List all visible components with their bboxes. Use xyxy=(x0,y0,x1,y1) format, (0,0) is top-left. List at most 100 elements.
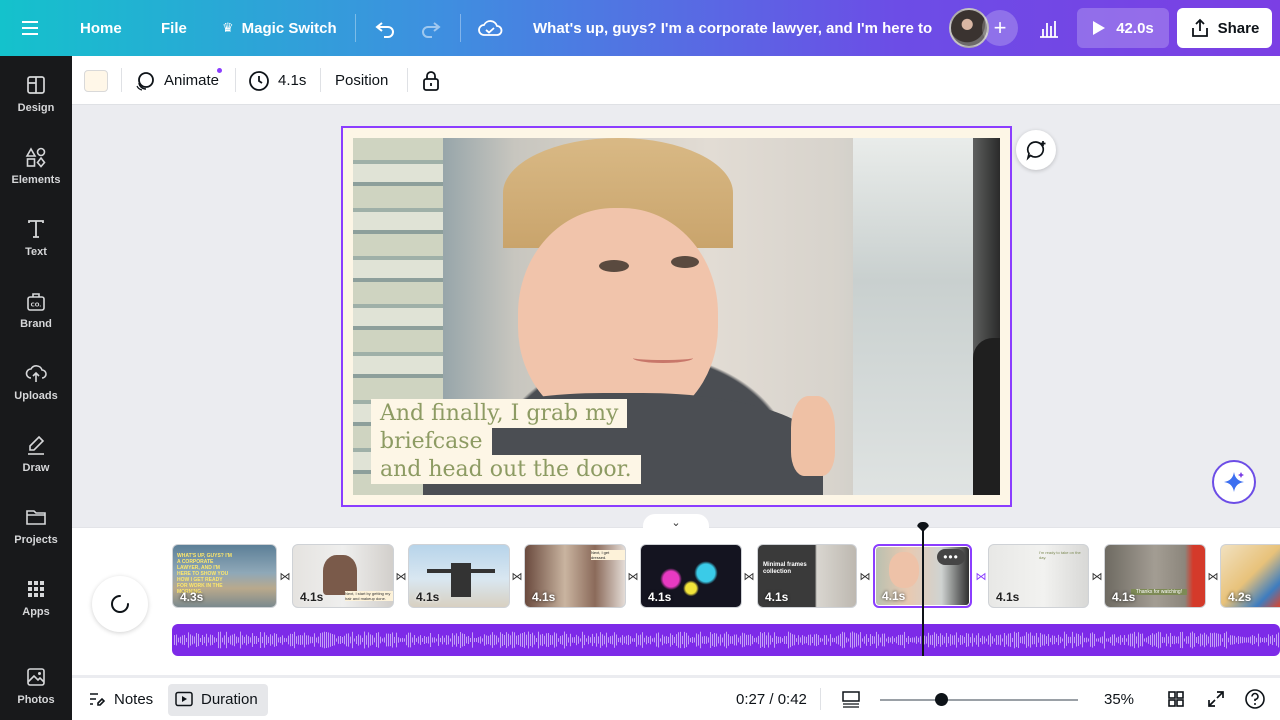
smile xyxy=(633,353,693,363)
clip-duration: 4.1s xyxy=(416,590,440,604)
timeline-clip[interactable]: Thanks for watching! 4.1s xyxy=(1104,544,1206,608)
fullscreen-button[interactable] xyxy=(1206,678,1226,720)
clip-thumb-text: Next, I get dressed. xyxy=(591,550,625,560)
divider xyxy=(820,678,821,720)
caption-line-2: and head out the door. xyxy=(371,455,641,484)
transition-icon[interactable]: ⋈ xyxy=(858,569,872,583)
sidebar-item-label: Uploads xyxy=(14,390,58,402)
thumbs-up-hand xyxy=(791,396,835,476)
home-button[interactable]: Home xyxy=(80,0,122,56)
timeline-clip[interactable]: 4.1s xyxy=(408,544,510,608)
audio-waveform xyxy=(174,631,1279,649)
chevron-down-icon: ⌄ xyxy=(671,516,681,529)
svg-text:CO.: CO. xyxy=(31,303,42,309)
sidebar-item-uploads[interactable]: Uploads xyxy=(0,352,72,412)
zoom-slider-track[interactable] xyxy=(880,699,1078,701)
elements-icon xyxy=(25,147,46,168)
collapse-timeline-button[interactable]: ⌄ xyxy=(643,514,709,530)
bar-chart-icon xyxy=(1040,21,1058,38)
menu-button[interactable] xyxy=(22,0,42,56)
help-button[interactable] xyxy=(1244,678,1266,720)
audio-track[interactable] xyxy=(172,624,1280,656)
divider xyxy=(355,14,356,42)
sidebar-item-label: Brand xyxy=(20,318,52,330)
animate-icon xyxy=(136,71,154,91)
sidebar-item-photos[interactable]: Photos xyxy=(0,656,72,716)
grid-icon xyxy=(1168,691,1184,707)
clip-duration: 4.1s xyxy=(532,590,556,604)
folder-icon xyxy=(26,510,46,525)
undo-button[interactable] xyxy=(373,0,397,56)
clip-thumb-person xyxy=(323,555,357,595)
transition-icon[interactable]: ⋈ xyxy=(278,569,292,583)
timeline-clip[interactable]: Next, I start by getting my hair and mak… xyxy=(292,544,394,608)
sidebar-item-label: Elements xyxy=(11,174,61,186)
transition-icon[interactable]: ⋈ xyxy=(626,569,640,583)
present-play-button[interactable]: 42.0s xyxy=(1077,8,1169,48)
sidebar-item-draw[interactable]: Draw xyxy=(0,424,72,484)
sidebar-item-apps[interactable]: Apps xyxy=(0,568,72,628)
transition-icon[interactable]: ⋈ xyxy=(974,569,988,583)
timeline-clip[interactable]: Next, I get dressed. 4.1s xyxy=(524,544,626,608)
play-duration: 42.0s xyxy=(1116,19,1154,37)
eye-right xyxy=(671,256,699,268)
sidebar-item-design[interactable]: Design xyxy=(0,64,72,124)
transition-icon[interactable]: ⋈ xyxy=(394,569,408,583)
insights-button[interactable] xyxy=(1038,0,1060,56)
caption-text[interactable]: And finally, I grab my briefcase and hea… xyxy=(371,399,695,484)
duration-toggle-button[interactable]: Duration xyxy=(175,678,258,720)
sidebar-item-projects[interactable]: Projects xyxy=(0,496,72,556)
page-view-button[interactable] xyxy=(841,678,861,720)
sidebar-item-elements[interactable]: Elements xyxy=(0,136,72,196)
clip-thumb-text: Thanks for watching! xyxy=(1131,589,1187,595)
animate-label: Animate xyxy=(164,72,220,89)
notes-icon xyxy=(90,693,106,706)
upload-icon xyxy=(25,365,47,382)
transition-icon[interactable]: ⋈ xyxy=(510,569,524,583)
magic-assistant-button[interactable] xyxy=(1212,460,1256,504)
lock-icon xyxy=(423,70,439,91)
timeline-clip[interactable]: 4.1s xyxy=(640,544,742,608)
sidebar-item-label: Apps xyxy=(22,606,50,618)
transition-icon[interactable]: ⋈ xyxy=(1206,569,1220,583)
design-icon xyxy=(27,76,45,94)
position-button[interactable]: Position xyxy=(335,56,388,105)
playback-time: 0:27 / 0:42 xyxy=(736,690,807,708)
timeline-clip[interactable]: 4.2s xyxy=(1220,544,1280,608)
save-status-button[interactable] xyxy=(477,0,503,56)
grid-view-button[interactable] xyxy=(1166,678,1186,720)
document-title[interactable]: What's up, guys? I'm a corporate lawyer,… xyxy=(533,0,933,56)
lock-button[interactable] xyxy=(420,56,442,105)
timeline-clip[interactable]: I'm ready to take on the day. 4.1s xyxy=(988,544,1089,608)
playhead[interactable] xyxy=(922,528,924,656)
duration-button[interactable]: 4.1s xyxy=(248,56,306,105)
add-comment-button[interactable] xyxy=(1016,130,1056,170)
clip-duration: 4.3s xyxy=(180,590,204,604)
timeline-clip[interactable]: Minimal frames collection 4.1s xyxy=(757,544,857,608)
invite-button[interactable]: + xyxy=(982,10,1018,46)
background-color-swatch[interactable] xyxy=(84,70,108,92)
duration-label: Duration xyxy=(201,690,258,708)
redo-button[interactable] xyxy=(419,0,443,56)
file-menu[interactable]: File xyxy=(161,0,187,56)
magic-switch-button[interactable]: ♛ Magic Switch xyxy=(222,0,337,56)
sidebar-item-text[interactable]: Text xyxy=(0,208,72,268)
spinner-icon xyxy=(111,595,129,613)
hamburger-icon xyxy=(22,21,38,35)
animate-button[interactable]: Animate xyxy=(134,56,219,105)
clock-icon xyxy=(249,70,269,91)
divider xyxy=(235,68,236,92)
transition-icon[interactable]: ⋈ xyxy=(742,569,756,583)
notes-button[interactable]: Notes xyxy=(88,678,153,720)
sidebar-item-brand[interactable]: CO. Brand xyxy=(0,280,72,340)
timeline-play-icon xyxy=(175,691,193,707)
sidebar-item-label: Design xyxy=(17,102,55,114)
text-icon xyxy=(28,220,44,238)
transition-icon[interactable]: ⋈ xyxy=(1090,569,1104,583)
clip-more-options-button[interactable]: ••• xyxy=(937,549,965,565)
sidebar-item-label: Text xyxy=(25,246,47,258)
share-label: Share xyxy=(1217,19,1260,37)
zoom-level[interactable]: 35% xyxy=(1104,678,1134,720)
timeline-clip[interactable]: WHAT'S UP, GUYS? I'M A CORPORATE LAWYER,… xyxy=(172,544,277,608)
share-button[interactable]: Share xyxy=(1177,8,1272,48)
